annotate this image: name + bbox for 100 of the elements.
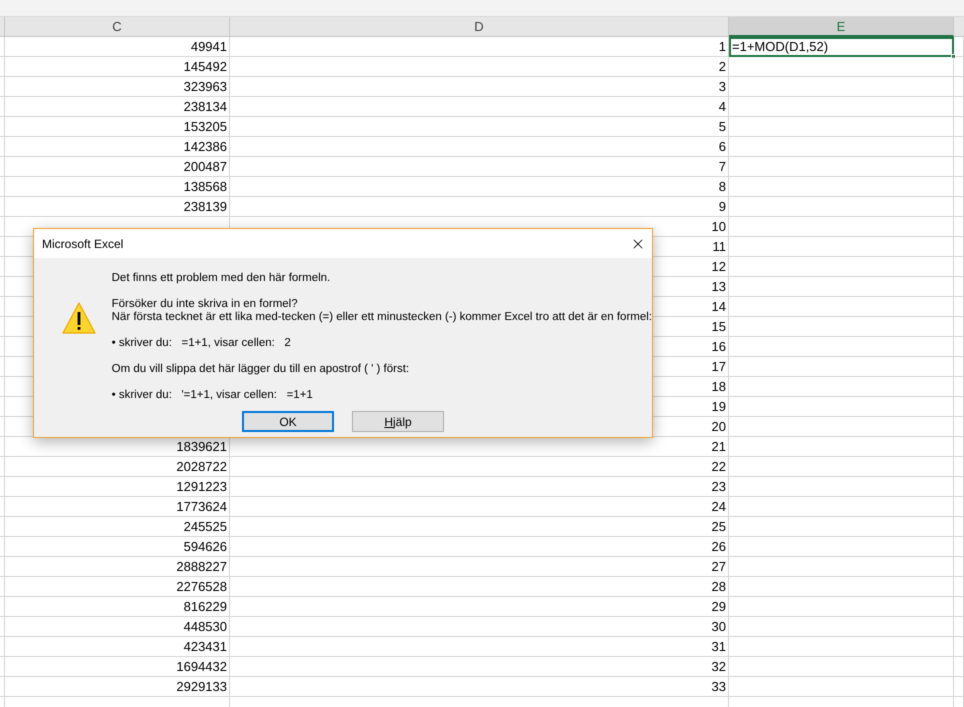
table-cell: 2888227: [5, 557, 230, 577]
table-cell[interactable]: [729, 317, 954, 337]
table-cell[interactable]: [729, 77, 954, 97]
dialog-button[interactable]: Hjälp: [352, 411, 444, 432]
table-cell: 323963: [5, 77, 230, 97]
table-cell: 2276528: [5, 577, 230, 597]
table-cell: 4: [230, 97, 729, 117]
table-cell: [954, 277, 964, 297]
table-cell: 245525: [5, 517, 230, 537]
warning-icon: [62, 302, 96, 334]
table-cell: 200487: [5, 157, 230, 177]
table-cell: [954, 497, 964, 517]
column-header[interactable]: E: [729, 17, 954, 37]
table-cell[interactable]: [729, 497, 954, 517]
table-cell[interactable]: [729, 657, 954, 677]
table-cell[interactable]: [729, 177, 954, 197]
table-cell[interactable]: [729, 157, 954, 177]
table-cell: [954, 597, 964, 617]
table-cell: 23: [230, 477, 729, 497]
table-cell: 1773624: [5, 497, 230, 517]
table-cell[interactable]: [729, 417, 954, 437]
table-cell: [954, 657, 964, 677]
table-cell: [954, 57, 964, 77]
table-cell[interactable]: [729, 517, 954, 537]
table-cell[interactable]: [729, 337, 954, 357]
dialog-title: Microsoft Excel: [42, 236, 124, 252]
table-cell: [954, 357, 964, 377]
table-cell[interactable]: [729, 57, 954, 77]
table-cell: [954, 317, 964, 337]
column-header[interactable]: [0, 17, 5, 37]
table-cell: 1694432: [5, 657, 230, 677]
table-cell[interactable]: [729, 277, 954, 297]
table-cell: [954, 257, 964, 277]
table-cell[interactable]: [729, 477, 954, 497]
table-cell[interactable]: [729, 257, 954, 277]
table-cell: 138568: [5, 177, 230, 197]
table-cell: 142386: [5, 137, 230, 157]
dialog-button[interactable]: OK: [242, 411, 334, 432]
table-cell: [954, 477, 964, 497]
table-cell: 29: [230, 597, 729, 617]
table-cell: 5: [230, 117, 729, 137]
table-cell: [954, 557, 964, 577]
table-cell: 32: [230, 657, 729, 677]
table-cell: [954, 97, 964, 117]
table-cell[interactable]: [729, 617, 954, 637]
table-cell: 22: [230, 457, 729, 477]
table-cell[interactable]: [729, 457, 954, 477]
table-cell: [954, 637, 964, 657]
table-cell[interactable]: [729, 637, 954, 657]
table-cell: [954, 337, 964, 357]
table-cell[interactable]: [729, 597, 954, 617]
table-cell: [954, 617, 964, 637]
active-cell[interactable]: =1+MOD(D1,52): [729, 37, 954, 57]
table-cell: [954, 237, 964, 257]
table-cell: [954, 437, 964, 457]
table-cell[interactable]: [729, 537, 954, 557]
table-cell[interactable]: [729, 377, 954, 397]
table-cell: [954, 157, 964, 177]
table-cell: 423431: [5, 637, 230, 657]
table-cell: 2929133: [5, 677, 230, 697]
table-cell: 448530: [5, 617, 230, 637]
table-cell[interactable]: [729, 397, 954, 417]
table-cell[interactable]: [729, 117, 954, 137]
table-cell: [954, 457, 964, 477]
table-cell: 26: [230, 537, 729, 557]
table-cell: 2: [230, 57, 729, 77]
table-cell[interactable]: [729, 297, 954, 317]
table-cell: 145492: [5, 57, 230, 77]
table-cell: [954, 77, 964, 97]
table-cell: 3: [230, 77, 729, 97]
table-cell: 30: [230, 617, 729, 637]
table-cell[interactable]: [729, 557, 954, 577]
column-header[interactable]: C: [5, 17, 230, 37]
table-cell: [954, 217, 964, 237]
table-cell: 1: [230, 37, 729, 57]
table-cell[interactable]: [729, 577, 954, 597]
table-cell: [954, 117, 964, 137]
table-cell: 816229: [5, 597, 230, 617]
table-cell: [954, 137, 964, 157]
table-cell: [954, 397, 964, 417]
table-cell[interactable]: [729, 137, 954, 157]
table-cell: [954, 377, 964, 397]
table-cell: 238139: [5, 197, 230, 217]
table-cell[interactable]: [729, 357, 954, 377]
table-cell[interactable]: [729, 197, 954, 217]
table-cell: 49941: [5, 37, 230, 57]
table-cell[interactable]: [729, 217, 954, 237]
table-cell[interactable]: [729, 437, 954, 457]
table-cell: [954, 197, 964, 217]
table-cell[interactable]: [729, 677, 954, 697]
fill-handle[interactable]: [951, 54, 956, 59]
table-cell: 31: [230, 637, 729, 657]
table-cell: [954, 37, 964, 57]
table-cell: 153205: [5, 117, 230, 137]
table-cell[interactable]: [729, 237, 954, 257]
table-cell: [954, 177, 964, 197]
column-header[interactable]: D: [230, 17, 729, 37]
table-cell: 6: [230, 137, 729, 157]
table-cell[interactable]: [729, 97, 954, 117]
table-cell: [954, 297, 964, 317]
